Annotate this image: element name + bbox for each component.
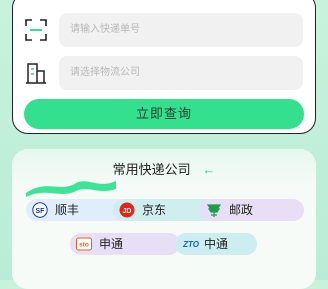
tracking-number-row: 请输入快递单号 [21,13,305,47]
query-button[interactable]: 立即查询 [24,99,304,129]
svg-text:sto: sto [79,242,89,249]
courier-chip-sto[interactable]: sto 申通 [70,233,180,255]
sf-express-logo-icon: SF [32,202,48,218]
tracking-number-input[interactable]: 请输入快递单号 [59,13,303,47]
common-couriers-card: 常用快递公司 ← SF 顺丰 JD 京东 邮政 sto 申通 ZTO 中通 [12,149,316,289]
svg-text:SF: SF [36,208,46,215]
courier-chip-post[interactable]: 邮政 [200,199,304,221]
scan-icon[interactable] [25,19,47,41]
svg-text:ZTO: ZTO [182,240,200,249]
courier-chip-zto[interactable]: ZTO 中通 [175,233,257,255]
courier-name: 京东 [142,203,167,217]
courier-name: 顺丰 [55,203,80,217]
arrow-left-icon: ← [202,162,216,177]
zto-logo-icon: ZTO [182,240,200,249]
section-title-text: 常用快递公司 [112,162,191,177]
company-select[interactable]: 请选择物流公司 [59,56,303,90]
svg-text:JD: JD [123,208,132,215]
building-icon [26,63,46,84]
company-select-row: 请选择物流公司 [21,56,305,90]
courier-name: 中通 [204,237,229,251]
courier-name: 邮政 [229,203,254,217]
query-card: 请输入快递单号 请选择物流公司 立即查询 [12,0,316,134]
jd-logo-icon: JD [119,202,135,218]
sto-logo-icon: sto [76,237,92,251]
courier-name: 申通 [99,237,124,251]
decorative-swoosh [26,181,116,197]
section-title: 常用快递公司 ← [12,159,316,178]
china-post-logo-icon [206,204,222,217]
